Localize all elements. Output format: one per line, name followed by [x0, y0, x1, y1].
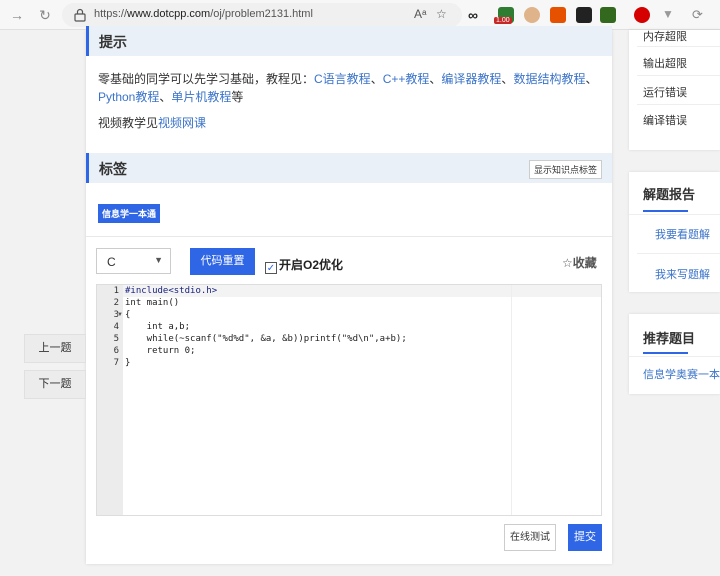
hint-text: 零基础的同学可以先学习基础，教程见：C语言教程、C++教程、编译器教程、数据结构… — [98, 72, 598, 104]
separator — [629, 356, 720, 357]
code-line: } — [125, 358, 131, 368]
link-video-course[interactable]: 视频网课 — [158, 116, 206, 130]
hint-section-header: 提示 — [86, 26, 612, 56]
refresh-icon[interactable]: ↻ — [36, 6, 54, 24]
extension-badge: 1.00 — [494, 17, 512, 24]
problem-main: 提示 零基础的同学可以先学习基础，教程见：C语言教程、C++教程、编译器教程、数… — [86, 26, 612, 564]
write-solution-link[interactable]: 我来写题解 — [655, 266, 710, 282]
avatar-extension-icon[interactable] — [524, 7, 540, 23]
line-number: 6 — [113, 346, 119, 356]
o2-checkbox[interactable]: ✓ — [265, 262, 277, 274]
code-line: while(~scanf("%d%d", &a, &b))printf("%d\… — [125, 334, 407, 344]
dark-extension-icon[interactable] — [576, 7, 592, 23]
link-compiler-tutorial[interactable]: 编译器教程 — [441, 72, 501, 86]
link-mcu-tutorial[interactable]: 单片机教程 — [171, 90, 231, 104]
line-number: 4 — [113, 322, 119, 332]
status-item-ole[interactable]: 输出超限 — [643, 55, 687, 71]
shield-extension-icon[interactable] — [550, 7, 566, 23]
recommended-problem-link[interactable]: 信息学奥赛一本通 — [643, 366, 720, 382]
status-item-ce[interactable]: 编译错误 — [643, 112, 687, 128]
extensions-icon[interactable]: ⟳ — [692, 7, 708, 23]
o2-toggle[interactable]: ✓ 开启O2优化 — [265, 256, 343, 274]
online-test-button[interactable]: 在线测试 — [504, 524, 556, 551]
chevron-down-icon: ▼ — [154, 255, 163, 265]
tags-section-header: 标签 显示知识点标签 — [86, 153, 612, 183]
status-item-re[interactable]: 运行错误 — [643, 84, 687, 100]
o2-label: 开启O2优化 — [279, 258, 344, 272]
tags-title: 标签 — [99, 161, 127, 177]
line-number: 3 — [113, 310, 119, 320]
link-python-tutorial[interactable]: Python教程 — [98, 90, 159, 104]
code-line: #include<stdio.h> — [125, 286, 218, 296]
separator — [637, 75, 720, 76]
code-reset-button[interactable]: 代码重置 — [190, 248, 255, 275]
print-margin — [511, 285, 512, 515]
vpn-extension-icon[interactable]: ▼ — [662, 7, 678, 23]
link-ds-tutorial[interactable]: 数据结构教程 — [513, 72, 585, 86]
title-underline — [643, 210, 688, 212]
language-value: C — [107, 255, 116, 269]
line-number: 5 — [113, 334, 119, 344]
prev-problem-button[interactable]: 上一题 — [24, 334, 86, 363]
status-item-mle[interactable]: 内存超限 — [643, 28, 687, 44]
title-underline — [643, 352, 688, 354]
separator — [637, 104, 720, 105]
recommend-title: 推荐题目 — [643, 331, 696, 346]
code-line: { — [125, 310, 131, 320]
read-aloud-icon[interactable]: Aᵃ — [414, 7, 426, 21]
link-c-tutorial[interactable]: C语言教程 — [314, 72, 371, 86]
status-list-panel: 内存超限 输出超限 运行错误 编译错误 — [629, 30, 720, 150]
line-number: 7 — [113, 358, 119, 368]
code-line: return 0; — [125, 346, 196, 356]
line-number: 2 — [113, 298, 119, 308]
show-knowledge-tags-button[interactable]: 显示知识点标签 — [528, 160, 602, 179]
view-solutions-link[interactable]: 我要看题解 — [655, 226, 710, 242]
opera-icon[interactable] — [634, 7, 650, 23]
forward-icon[interactable]: → — [8, 6, 26, 24]
url-text: https://www.dotcpp.com/oj/problem2131.ht… — [94, 8, 313, 20]
next-problem-button[interactable]: 下一题 — [24, 370, 86, 399]
address-bar[interactable]: https://www.dotcpp.com/oj/problem2131.ht… — [62, 3, 462, 27]
fold-arrow-icon[interactable]: ▼ — [117, 312, 123, 318]
language-select[interactable]: C ▼ — [96, 248, 171, 274]
tag-badge[interactable]: 信息学一本通 — [98, 204, 161, 223]
code-line: int main() — [125, 298, 180, 308]
recommended-panel: 推荐题目 信息学奥赛一本通 — [629, 314, 720, 394]
report-title: 解题报告 — [643, 187, 696, 202]
green-extension-icon[interactable] — [600, 7, 616, 23]
separator — [629, 214, 720, 215]
divider — [86, 236, 612, 237]
solution-report-panel: 解题报告 我要看题解 我来写题解 — [629, 172, 720, 292]
video-hint: 视频教学见视频网课 — [98, 116, 207, 130]
lock-icon — [74, 8, 86, 22]
favorite-button[interactable]: ☆收藏 — [562, 254, 597, 271]
hint-title: 提示 — [99, 34, 127, 50]
infinity-icon[interactable]: ∞ — [468, 7, 484, 23]
code-editor[interactable]: 1 2 3 ▼ 4 5 6 7 #include<stdio.h> int ma… — [96, 284, 602, 516]
submit-button[interactable]: 提交 — [568, 524, 602, 551]
line-number: 1 — [113, 286, 119, 296]
separator — [637, 253, 720, 254]
link-cpp-tutorial[interactable]: C++教程 — [383, 72, 430, 86]
code-line: int a,b; — [125, 322, 191, 332]
separator — [637, 46, 720, 47]
favorite-icon[interactable]: ☆ — [436, 7, 447, 21]
